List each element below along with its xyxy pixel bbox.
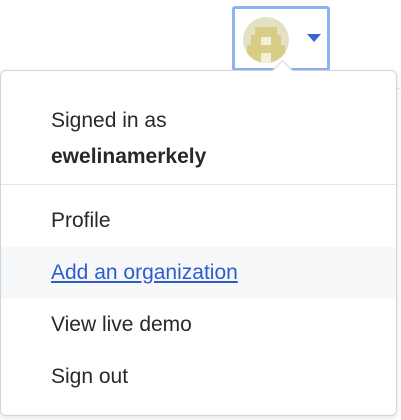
avatar <box>243 17 289 63</box>
menu-item-profile[interactable]: Profile <box>1 195 396 247</box>
username: ewelinamerkely <box>51 145 207 168</box>
user-dropdown-menu: Signed in as ewelinamerkely Profile Add … <box>0 59 397 416</box>
menu-item-add-organization[interactable]: Add an organization <box>1 247 396 299</box>
menu-divider <box>1 184 396 185</box>
signed-in-header: Signed in as ewelinamerkely <box>51 103 206 175</box>
menu-item-sign-out[interactable]: Sign out <box>1 351 396 403</box>
menu-item-view-live-demo[interactable]: View live demo <box>1 299 396 351</box>
page: Signed in as ewelinamerkely Profile Add … <box>0 0 401 420</box>
signed-in-label: Signed in as <box>51 109 167 132</box>
chevron-down-icon <box>307 34 321 42</box>
